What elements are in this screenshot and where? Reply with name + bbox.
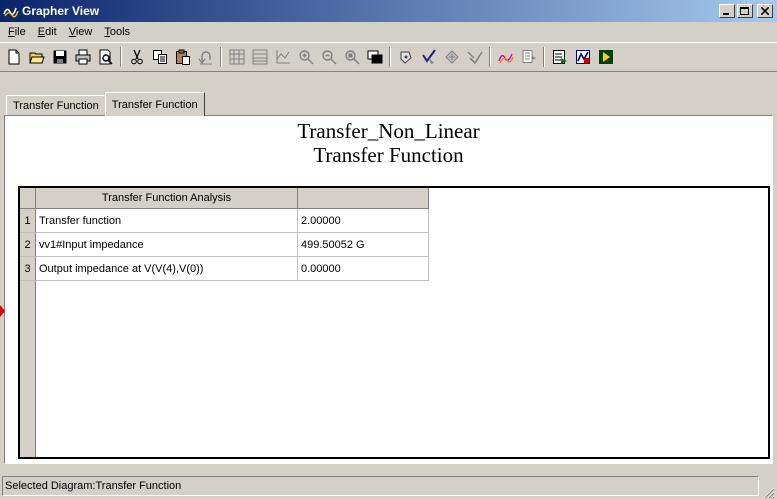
open-button[interactable] bbox=[25, 46, 48, 68]
zoom-out-button[interactable] bbox=[317, 46, 340, 68]
paste-button[interactable] bbox=[171, 46, 194, 68]
menu-view[interactable]: View bbox=[63, 26, 99, 38]
restore-button[interactable] bbox=[363, 46, 386, 68]
toggle-cursor-button[interactable] bbox=[417, 46, 440, 68]
step-button[interactable] bbox=[594, 46, 617, 68]
close-icon bbox=[761, 7, 769, 15]
undo-icon bbox=[198, 51, 212, 65]
toolbar-separator bbox=[389, 47, 391, 67]
resize-grip-icon[interactable] bbox=[761, 485, 775, 499]
table-row[interactable]: 3 Output impedance at V(V(4),V(0)) 0.000… bbox=[20, 257, 768, 281]
diagram-panel: Transfer_Non_Linear Transfer Function Tr… bbox=[4, 115, 773, 464]
lines-button[interactable] bbox=[248, 46, 271, 68]
overlay-button[interactable] bbox=[548, 46, 571, 68]
row-name[interactable]: Output impedance at V(V(4),V(0)) bbox=[36, 257, 298, 281]
lines-icon bbox=[252, 49, 267, 65]
axis-button[interactable] bbox=[271, 46, 294, 68]
grid-icon bbox=[229, 49, 244, 65]
postprocess-icon bbox=[575, 50, 590, 64]
move-cursor-button[interactable] bbox=[440, 46, 463, 68]
print-button[interactable] bbox=[71, 46, 94, 68]
toolbar-separator bbox=[543, 47, 545, 67]
zoom-in-button[interactable] bbox=[294, 46, 317, 68]
minimize-button[interactable] bbox=[719, 4, 735, 18]
toolbar bbox=[0, 42, 777, 72]
window-title: Grapher View bbox=[22, 4, 100, 18]
corner-cell[interactable] bbox=[20, 188, 36, 209]
selection-marker-icon bbox=[0, 305, 5, 317]
copy-icon bbox=[152, 50, 167, 64]
results-table: Transfer Function Analysis 1 Transfer fu… bbox=[18, 186, 770, 459]
axis-icon bbox=[276, 50, 290, 64]
cursor-button[interactable] bbox=[394, 46, 417, 68]
maximize-icon bbox=[740, 6, 749, 15]
maximize-button[interactable] bbox=[737, 4, 753, 18]
title-bar: Grapher View bbox=[0, 0, 777, 22]
grapher-icon[interactable] bbox=[3, 3, 19, 19]
restore-icon bbox=[367, 50, 382, 64]
row-value[interactable]: 0.00000 bbox=[298, 257, 429, 281]
print-icon bbox=[75, 49, 90, 65]
row-number: 1 bbox=[20, 209, 36, 233]
print-preview-icon bbox=[99, 49, 113, 65]
export-button[interactable] bbox=[494, 46, 517, 68]
new-button[interactable] bbox=[2, 46, 25, 68]
toggle-cursor-icon bbox=[421, 49, 436, 64]
grid-button[interactable] bbox=[225, 46, 248, 68]
undo-button[interactable] bbox=[194, 46, 217, 68]
paste-icon bbox=[175, 49, 190, 65]
cut-icon bbox=[130, 49, 143, 65]
zoom-area-button[interactable] bbox=[340, 46, 363, 68]
row-name[interactable]: vv1#Input impedance bbox=[36, 233, 298, 257]
table-header-row: Transfer Function Analysis bbox=[20, 188, 768, 209]
menu-tools[interactable]: Tools bbox=[98, 26, 136, 38]
save-icon bbox=[53, 50, 66, 64]
column-header-analysis[interactable]: Transfer Function Analysis bbox=[36, 188, 298, 209]
cursor-icon bbox=[400, 51, 412, 64]
tab-transfer-function-2[interactable]: Transfer Function bbox=[104, 92, 205, 116]
toolbar-separator bbox=[220, 47, 222, 67]
status-bar: Selected Diagram:Transfer Function bbox=[0, 472, 777, 499]
new-icon bbox=[8, 49, 19, 65]
minimize-icon bbox=[723, 13, 729, 15]
row-value[interactable]: 499.50052 G bbox=[298, 233, 429, 257]
print-preview-button[interactable] bbox=[94, 46, 117, 68]
zoom-out-icon bbox=[321, 50, 336, 65]
table-row[interactable]: 2 vv1#Input impedance 499.50052 G bbox=[20, 233, 768, 257]
column-header-value[interactable] bbox=[298, 188, 429, 209]
row-number: 3 bbox=[20, 257, 36, 281]
cut-button[interactable] bbox=[125, 46, 148, 68]
cursor-off-icon bbox=[467, 51, 483, 65]
row-value[interactable]: 2.00000 bbox=[298, 209, 429, 233]
status-text: Selected Diagram:Transfer Function bbox=[2, 475, 759, 496]
overlay-icon bbox=[552, 50, 567, 64]
row-name[interactable]: Transfer function bbox=[36, 209, 298, 233]
menu-file[interactable]: File bbox=[2, 26, 32, 38]
move-cursor-icon bbox=[444, 50, 459, 64]
data-button[interactable] bbox=[517, 46, 540, 68]
tab-transfer-function-1[interactable]: Transfer Function bbox=[6, 95, 106, 116]
row-header-fill bbox=[20, 281, 36, 457]
postprocess-button[interactable] bbox=[571, 46, 594, 68]
data-icon bbox=[522, 50, 536, 63]
cursor-off-button[interactable] bbox=[463, 46, 486, 68]
menu-edit[interactable]: Edit bbox=[32, 26, 63, 38]
toolbar-separator bbox=[489, 47, 491, 67]
copy-button[interactable] bbox=[148, 46, 171, 68]
tab-strip: Transfer Function Transfer Function bbox=[6, 92, 205, 116]
export-icon bbox=[497, 53, 514, 64]
panel-title: Transfer_Non_Linear bbox=[297, 119, 480, 143]
step-icon bbox=[598, 50, 613, 64]
zoom-area-icon bbox=[344, 50, 359, 65]
toolbar-separator bbox=[120, 47, 122, 67]
open-icon bbox=[28, 52, 45, 64]
table-row[interactable]: 1 Transfer function 2.00000 bbox=[20, 209, 768, 233]
row-number: 2 bbox=[20, 233, 36, 257]
save-button[interactable] bbox=[48, 46, 71, 68]
zoom-in-icon bbox=[298, 50, 313, 65]
close-button[interactable] bbox=[757, 4, 773, 18]
panel-subtitle: Transfer Function bbox=[313, 143, 464, 167]
menu-bar: File Edit View Tools bbox=[0, 22, 777, 42]
